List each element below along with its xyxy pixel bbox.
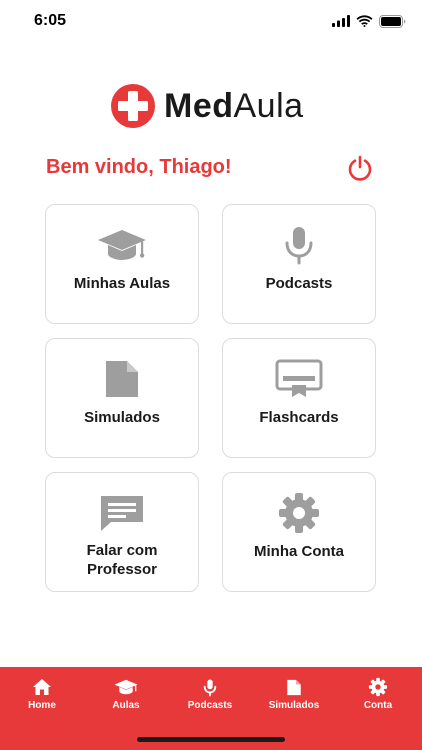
signal-icon [332,15,350,27]
menu-card-label: Falar com Professor [50,541,194,579]
menu-card-label: Simulados [84,409,160,426]
home-indicator [137,737,285,742]
menu-card-label-line1: Falar com [86,542,158,559]
status-time: 6:05 [34,12,67,29]
menu-card-label-line2: Professor [86,561,158,578]
menu-card-minhas-aulas[interactable]: Minhas Aulas [45,204,199,324]
microphone-icon [223,223,375,267]
document-icon [46,357,198,401]
tab-label: Podcasts [187,700,233,711]
battery-icon [379,14,406,28]
flashcard-icon [223,357,375,401]
menu-card-label: Podcasts [265,275,333,292]
menu-card-podcasts[interactable]: Podcasts [222,204,376,324]
tab-label: Aulas [112,700,140,711]
menu-card-simulados[interactable]: Simulados [45,338,199,458]
tab-home[interactable]: Home [0,677,84,717]
graduation-cap-icon [46,223,198,267]
welcome-greeting: Bem vindo, Thiago! [46,156,232,178]
graduation-cap-icon [114,677,138,697]
medical-cross-icon [111,84,155,128]
logo-text: MedAula [164,87,304,126]
status-bar: 6:05 [0,0,422,44]
wifi-icon [356,15,373,27]
tab-podcasts[interactable]: Podcasts [168,677,252,717]
tab-label: Conta [363,700,393,711]
logo-text-med: Med [164,86,234,125]
menu-card-label: Flashcards [259,409,339,426]
gear-icon [368,677,388,697]
gear-icon [223,491,375,535]
document-icon [286,677,302,697]
menu-card-label: Minhas Aulas [73,275,171,292]
logo-text-aula: Aula [233,86,304,125]
tab-label: Simulados [268,700,320,711]
app-logo: MedAula [110,84,304,128]
status-icons [332,12,406,30]
menu-card-flashcards[interactable]: Flashcards [222,338,376,458]
power-icon [348,155,372,181]
home-icon [32,677,52,697]
menu-card-label: Minha Conta [254,543,344,560]
logout-button[interactable] [344,152,376,184]
tab-label: Home [28,700,56,711]
menu-card-minha-conta[interactable]: Minha Conta [222,472,376,592]
tab-simulados[interactable]: Simulados [252,677,336,717]
chat-icon [46,491,198,535]
microphone-icon [202,677,218,697]
tab-aulas[interactable]: Aulas [84,677,168,717]
tab-conta[interactable]: Conta [336,677,420,717]
menu-card-falar-com-professor[interactable]: Falar com Professor [45,472,199,592]
